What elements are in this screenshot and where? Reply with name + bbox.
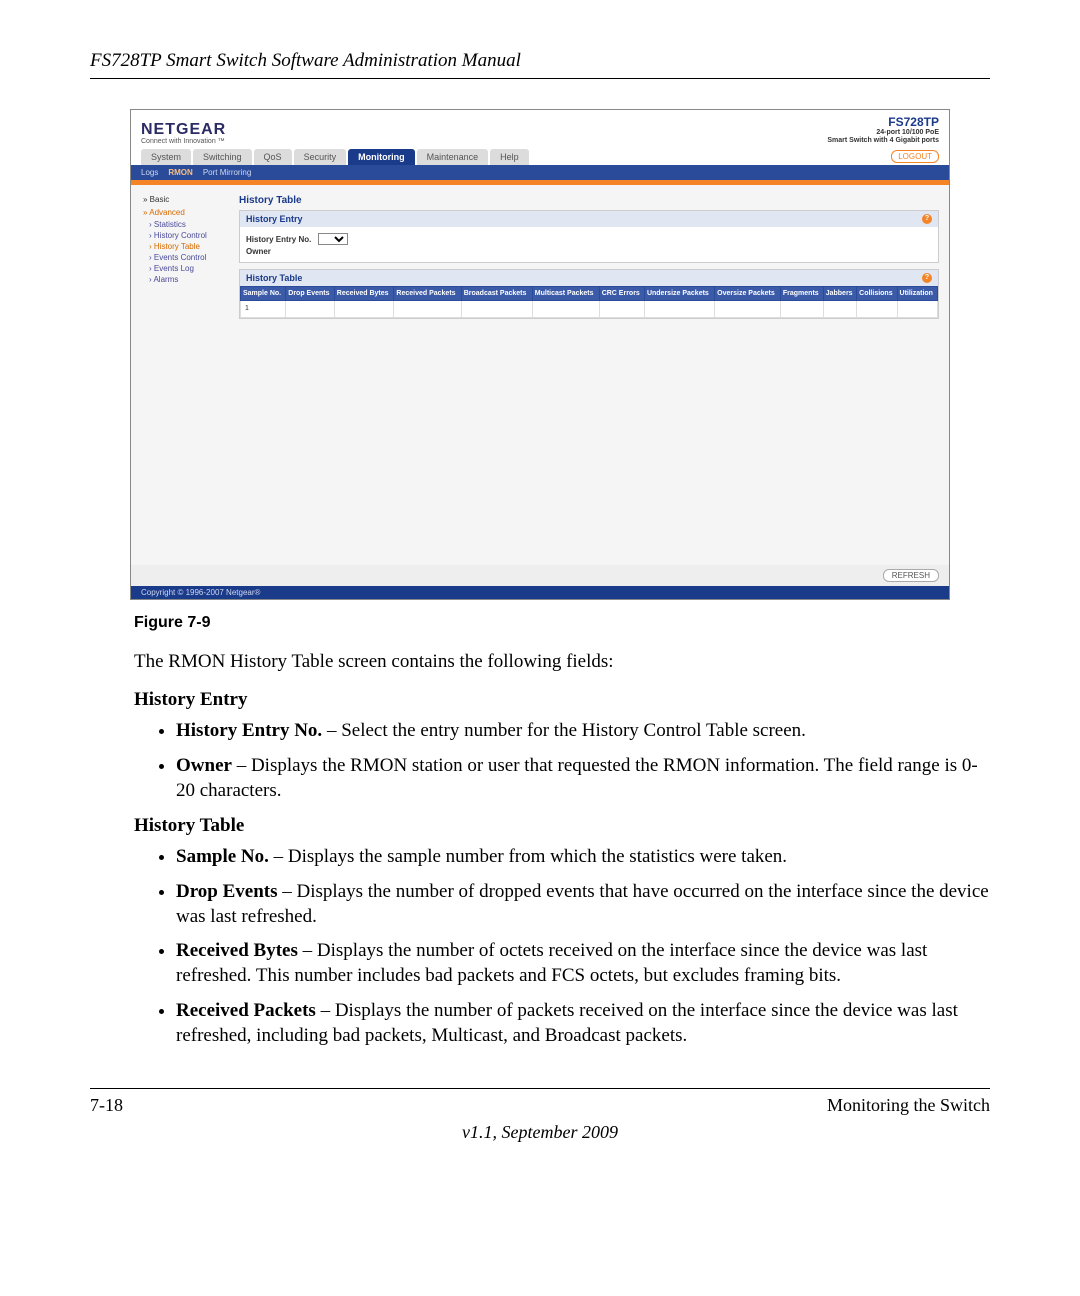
sidebar-item-history-table[interactable]: › History Table [135,241,235,252]
history-data-table: Sample No. Drop Events Received Bytes Re… [240,286,938,318]
history-entry-list: History Entry No. – Select the entry num… [150,719,990,803]
section-history-table: History Table [134,815,990,837]
sidebar-basic[interactable]: » Basic [135,193,235,206]
col-received-packets: Received Packets [394,286,461,300]
sidebar-item-history-control[interactable]: › History Control [135,230,235,241]
copyright-footer: Copyright © 1996-2007 Netgear® [131,586,949,599]
owner-label: Owner [246,247,271,256]
sidebar-advanced[interactable]: » Advanced [135,206,235,219]
list-item: Received Packets – Displays the number o… [176,999,990,1048]
tab-qos[interactable]: QoS [254,149,292,165]
refresh-button[interactable]: REFRESH [883,569,939,582]
col-collisions: Collisions [857,286,897,300]
tab-switching[interactable]: Switching [193,149,252,165]
col-fragments: Fragments [780,286,823,300]
list-item: History Entry No. – Select the entry num… [176,719,990,744]
brand-tagline: Connect with Innovation ™ [141,138,226,145]
history-entry-card: History Entry ? History Entry No. Owner [239,210,939,263]
col-jabbers: Jabbers [823,286,856,300]
col-received-bytes: Received Bytes [334,286,394,300]
list-item: Received Bytes – Displays the number of … [176,939,990,988]
history-entry-no-label: History Entry No. [246,235,311,244]
col-oversize-packets: Oversize Packets [715,286,781,300]
col-utilization: Utilization [897,286,937,300]
subtab-logs[interactable]: Logs [141,168,158,177]
sidebar-item-alarms[interactable]: › Alarms [135,274,235,285]
help-icon[interactable]: ? [922,273,932,283]
tab-maintenance[interactable]: Maintenance [417,149,489,165]
col-undersize-packets: Undersize Packets [644,286,714,300]
subtab-rmon[interactable]: RMON [168,168,192,177]
doc-version: v1.1, September 2009 [90,1122,990,1143]
history-table-card-title: History Table [246,273,302,283]
col-sample-no: Sample No. [241,286,286,300]
history-table-list: Sample No. – Displays the sample number … [150,845,990,1048]
footer-section-title: Monitoring the Switch [827,1095,990,1116]
history-entry-card-title: History Entry [246,214,303,224]
col-crc-errors: CRC Errors [599,286,644,300]
table-row: 1 [241,300,938,317]
manual-header: FS728TP Smart Switch Software Administra… [90,50,990,79]
col-multicast-packets: Multicast Packets [532,286,599,300]
list-item: Sample No. – Displays the sample number … [176,845,990,870]
list-item: Drop Events – Displays the number of dro… [176,880,990,929]
product-model: FS728TP [827,116,939,129]
panel-title: History Table [239,195,939,206]
col-drop-events: Drop Events [286,286,335,300]
cell-sample-no: 1 [241,300,286,317]
sidebar-item-statistics[interactable]: › Statistics [135,219,235,230]
logout-button[interactable]: LOGOUT [891,150,939,163]
tab-system[interactable]: System [141,149,191,165]
figure-caption: Figure 7-9 [134,614,990,632]
history-table-card: History Table ? Sample No. Drop Events R… [239,269,939,319]
list-item: Owner – Displays the RMON station or use… [176,754,990,803]
history-entry-no-select[interactable] [318,233,348,245]
help-icon[interactable]: ? [922,214,932,224]
sidebar-item-events-control[interactable]: › Events Control [135,252,235,263]
sidebar-item-events-log[interactable]: › Events Log [135,263,235,274]
section-history-entry: History Entry [134,689,990,711]
tab-help[interactable]: Help [490,149,529,165]
sidebar: » Basic » Advanced › Statistics › Histor… [131,185,239,565]
product-desc-1: 24-port 10/100 PoE [827,129,939,137]
page-number: 7-18 [90,1095,123,1116]
tab-monitoring[interactable]: Monitoring [348,149,415,165]
brand-logo: NETGEAR [141,122,226,138]
tab-security[interactable]: Security [294,149,347,165]
intro-paragraph: The RMON History Table screen contains t… [134,650,990,674]
embedded-screenshot: NETGEAR Connect with Innovation ™ FS728T… [130,109,950,600]
product-desc-2: Smart Switch with 4 Gigabit ports [827,137,939,145]
col-broadcast-packets: Broadcast Packets [461,286,532,300]
subtab-port-mirroring[interactable]: Port Mirroring [203,168,251,177]
